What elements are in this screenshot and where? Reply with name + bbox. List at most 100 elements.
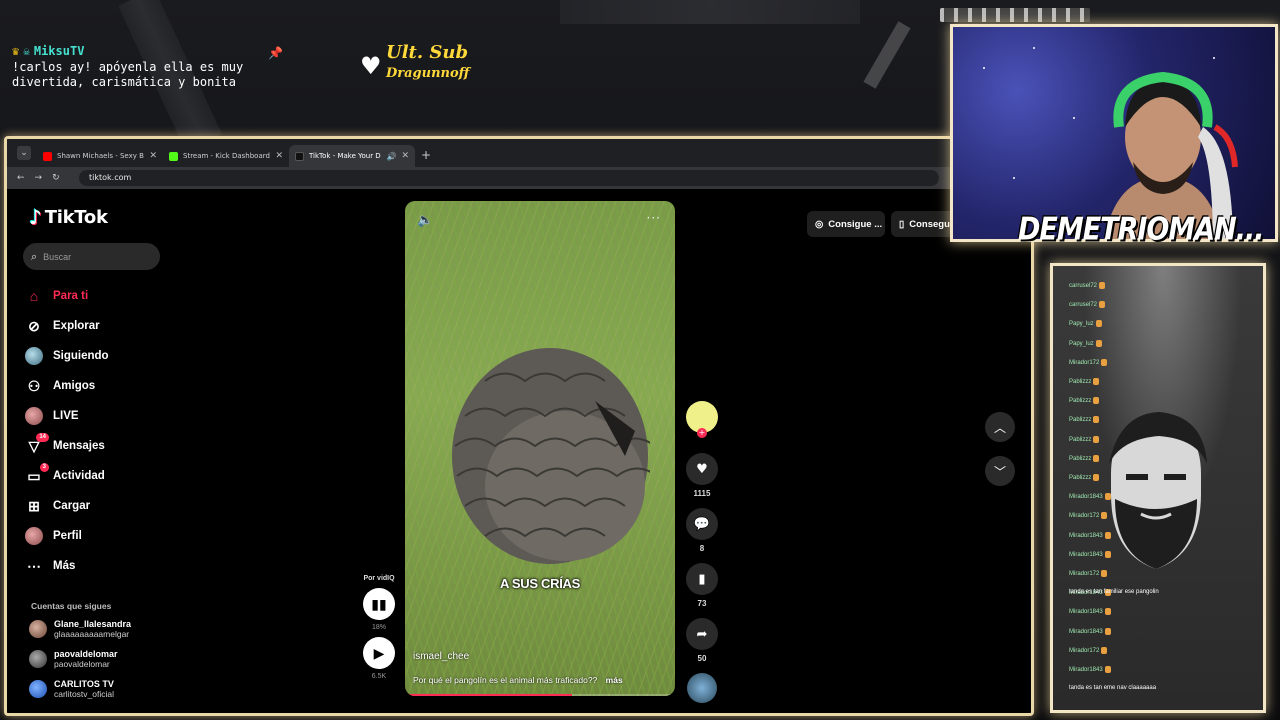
following-heading: Cuentas que sigues — [31, 601, 112, 611]
avatar — [29, 680, 47, 698]
sidebar-item-label: Actividad — [53, 470, 105, 482]
more-icon: ⋯ — [27, 557, 41, 574]
sidebar-item-actividad[interactable]: ▭ 3 Actividad — [25, 461, 185, 491]
stats-button[interactable]: ▮▮ — [363, 588, 395, 620]
bookmark-icon: ▮ — [698, 571, 706, 587]
chat-user: ♛ ☠ MiksuTV — [12, 44, 302, 58]
sidebar-item-para-ti[interactable]: ⌂ Para ti — [25, 281, 185, 311]
following-account[interactable]: Glane_llalesandra glaaaaaaaaamelgar — [29, 619, 131, 639]
search-icon: ⌕ — [31, 249, 38, 263]
back-icon[interactable]: ← — [17, 173, 25, 183]
avatar — [29, 620, 47, 638]
search-box[interactable]: ⌕ — [23, 243, 160, 270]
comment-button[interactable]: 💬 — [686, 508, 718, 540]
webcam-feed — [950, 24, 1278, 242]
vidiq-views: 6.5K — [371, 673, 387, 680]
follow-plus-icon[interactable]: + — [697, 428, 707, 438]
chat-line: Mirador1843 — [1069, 627, 1111, 635]
bar-chart-icon: ▮▮ — [371, 595, 387, 612]
account-handle: glaaaaaaaaamelgar — [54, 629, 130, 639]
video-player[interactable]: 🔈 ··· A SUS CRÍAS ismael_chee Por qué el… — [405, 201, 675, 696]
forward-icon[interactable]: → — [35, 173, 43, 183]
more-link[interactable]: más — [606, 675, 623, 685]
like-button[interactable]: ♥ — [686, 453, 718, 485]
star — [1013, 177, 1015, 179]
streamer-name: DEMETRIOMAN... — [1018, 211, 1265, 248]
logo-text: TikTok — [44, 206, 108, 228]
account-name: CARLITOS TV — [54, 679, 114, 689]
address-bar: ← → ↻ tiktok.com ⇆ ⌕ ⧉ ☆ — [7, 167, 1031, 189]
sidebar-item-label: Siguiendo — [53, 350, 109, 362]
following-account[interactable]: CARLITOS TV carlitostv_oficial — [29, 679, 114, 699]
close-icon[interactable]: ✕ — [149, 151, 157, 161]
tab-kick[interactable]: Stream - Kick Dashboard ✕ — [163, 145, 289, 167]
prev-video-button[interactable]: ︿ — [985, 412, 1015, 442]
like-count: 1115 — [693, 489, 711, 498]
chat-line: Mirador172 — [1069, 358, 1108, 366]
account-handle: carlitostv_oficial — [54, 689, 114, 699]
chat-line-user: Papy_luz — [1069, 321, 1094, 328]
sidebar-item-amigos[interactable]: ⚇ Amigos — [25, 371, 185, 401]
sidebar-item-cargar[interactable]: ⊞ Cargar — [25, 491, 185, 521]
more-options-icon[interactable]: ··· — [647, 211, 661, 225]
share-button[interactable]: ➦ — [686, 618, 718, 650]
speaker-icon[interactable]: 🔊 — [386, 152, 396, 161]
sidebar-item-perfil[interactable]: Perfil — [25, 521, 185, 551]
sidebar-item-mensajes[interactable]: ▽ 14 Mensajes — [25, 431, 185, 461]
close-icon[interactable]: ✕ — [401, 151, 409, 161]
tiktok-logo[interactable]: ♪ TikTok — [29, 205, 108, 229]
chat-line: Mirador172 — [1069, 646, 1108, 654]
sidebar-item-explorar[interactable]: ⊘ Explorar — [25, 311, 185, 341]
messages-badge: 14 — [36, 433, 49, 442]
badge-icon — [1104, 666, 1111, 673]
chevron-up-icon: ︿ — [993, 420, 1006, 435]
heart-icon: ♥ — [696, 461, 708, 477]
tab-tiktok[interactable]: TikTok - Make Your Day 🔊 ✕ — [289, 145, 415, 167]
messages-icon: ▽ 14 — [25, 433, 49, 455]
cta-button-coins[interactable]: ◎ Consigue ... — [807, 211, 885, 237]
star — [1073, 117, 1075, 119]
share-count: 50 — [697, 654, 707, 663]
comment-count: 8 — [699, 544, 705, 553]
badge-icon — [1104, 608, 1111, 616]
ult-sub-title: Ult. Sub — [386, 42, 469, 63]
account-handle: paovaldelomar — [54, 659, 110, 669]
badge-icon — [1104, 627, 1111, 635]
activity-badge: 3 — [39, 463, 49, 472]
new-tab-icon[interactable]: + — [421, 148, 431, 162]
chat-text: !carlos ay! apóyenla ella es muy diverti… — [12, 60, 244, 89]
phone-icon: ▯ — [899, 218, 905, 230]
save-count: 73 — [697, 599, 707, 608]
play-button[interactable]: ▶ — [363, 637, 395, 669]
music-disc[interactable] — [687, 673, 717, 703]
sidebar-item-label: Mensajes — [53, 440, 105, 452]
volume-icon[interactable]: 🔈 — [417, 213, 433, 228]
badge-icon — [1095, 339, 1102, 347]
badge-icon — [1101, 646, 1108, 654]
creator-avatar[interactable]: + — [686, 401, 718, 438]
vidiq-label: Por vidIQ — [363, 575, 395, 582]
following-account[interactable]: paovaldelomar paovaldelomar — [29, 649, 118, 669]
tab-search-icon[interactable]: ⌄ — [17, 146, 31, 160]
save-button[interactable]: ▮ — [686, 563, 718, 595]
tab-youtube[interactable]: Shawn Michaels - Sexy Boy (Cu... ✕ — [37, 145, 163, 167]
sidebar-item-mas[interactable]: ⋯ Más — [25, 551, 185, 581]
next-video-button[interactable]: ﹀ — [985, 456, 1015, 486]
chat-line-user: Mirador1843 — [1069, 609, 1103, 616]
close-icon[interactable]: ✕ — [275, 151, 283, 161]
tiktok-icon — [295, 151, 304, 161]
sidebar-item-siguiendo[interactable]: Siguiendo — [25, 341, 185, 371]
badge-icon — [1099, 282, 1106, 289]
action-rail: + ♥ 1115 💬 8 ▮ 73 ➦ 50 — [685, 401, 719, 703]
badge-icon — [1093, 378, 1100, 385]
video-progress-bar[interactable] — [405, 694, 675, 696]
account-name: paovaldelomar — [54, 649, 118, 659]
search-input[interactable] — [43, 251, 144, 262]
bearded-man-logo — [1109, 412, 1207, 569]
chat-line-user: carrusel72 — [1069, 302, 1098, 309]
reload-icon[interactable]: ↻ — [52, 173, 60, 183]
sidebar-item-live[interactable]: LIVE — [25, 401, 185, 431]
url-field[interactable]: tiktok.com — [79, 170, 939, 186]
video-author[interactable]: ismael_chee — [413, 651, 469, 662]
last-sub-widget: ♥ Ult. Sub Dragunnoff — [360, 42, 470, 92]
